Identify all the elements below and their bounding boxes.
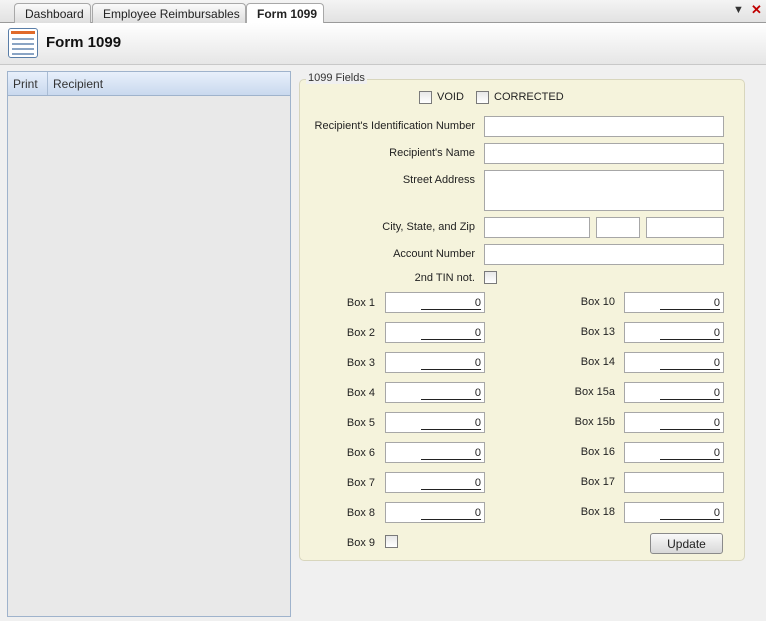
box-14-label: Box 14 [580,356,615,368]
box-9-checkbox[interactable] [385,535,398,548]
box-8-label: Box 8 [346,507,375,519]
box-16-label: Box 16 [580,446,615,458]
box-17-input[interactable] [624,472,724,493]
box-4-label: Box 4 [346,387,375,399]
column-header-print[interactable]: Print [8,72,48,95]
recipient-name-input[interactable] [484,143,724,164]
street-address-input[interactable] [484,170,724,211]
box-2-input[interactable]: 0 [385,322,485,343]
box-10-label: Box 10 [580,296,615,308]
box-15b-input[interactable]: 0 [624,412,724,433]
recipient-name-label: Recipient's Name [389,147,475,159]
account-number-input[interactable] [484,244,724,265]
box-1-input[interactable]: 0 [385,292,485,313]
tab-dashboard[interactable]: Dashboard [14,3,91,23]
box-1-label: Box 1 [346,297,375,309]
box-3-input[interactable]: 0 [385,352,485,373]
corrected-label: CORRECTED [494,91,564,103]
box-2-value: 0 [420,327,481,340]
box-3-label: Box 3 [346,357,375,369]
state-input[interactable] [596,217,640,238]
chevron-down-icon[interactable]: ▼ [733,4,744,16]
tab-employee-reimbursables[interactable]: Employee Reimbursables [92,3,246,23]
fields-legend: 1099 Fields [306,72,367,84]
recipient-id-label: Recipient's Identification Number [314,120,475,132]
update-button[interactable]: Update [650,533,723,554]
box-18-value: 0 [659,507,720,520]
box-17-label: Box 17 [580,476,615,488]
box-10-value: 0 [659,297,720,310]
form-icon [8,28,38,58]
box-14-input[interactable]: 0 [624,352,724,373]
recipient-list[interactable]: Print Recipient [7,71,291,617]
box-5-label: Box 5 [346,417,375,429]
box-4-value: 0 [420,387,481,400]
box-3-value: 0 [420,357,481,370]
box-10-input[interactable]: 0 [624,292,724,313]
box-5-input[interactable]: 0 [385,412,485,433]
box-15a-value: 0 [659,387,720,400]
list-header: Print Recipient [8,72,290,96]
box-7-value: 0 [420,477,481,490]
box-15a-label: Box 15a [574,386,615,398]
box-7-input[interactable]: 0 [385,472,485,493]
box-14-value: 0 [659,357,720,370]
box-16-value: 0 [659,447,720,460]
box-8-value: 0 [420,507,481,520]
box-13-value: 0 [659,327,720,340]
tab-strip: Dashboard Employee Reimbursables Form 10… [0,0,766,24]
page-title: Form 1099 [46,34,122,51]
box-6-value: 0 [420,447,481,460]
column-header-recipient[interactable]: Recipient [48,72,290,95]
second-tin-checkbox[interactable] [484,271,497,284]
box-13-label: Box 13 [580,326,615,338]
close-icon[interactable]: ✕ [751,2,762,18]
box-1-value: 0 [420,297,481,310]
box-18-input[interactable]: 0 [624,502,724,523]
box-13-input[interactable]: 0 [624,322,724,343]
city-input[interactable] [484,217,590,238]
box-6-label: Box 6 [346,447,375,459]
second-tin-label: 2nd TIN not. [414,272,475,284]
zip-input[interactable] [646,217,724,238]
box-9-label: Box 9 [346,537,375,549]
void-checkbox[interactable] [419,91,432,104]
box-7-label: Box 7 [346,477,375,489]
recipient-id-input[interactable] [484,116,724,137]
box-15b-label: Box 15b [574,416,615,428]
tab-form-1099[interactable]: Form 1099 [246,3,324,24]
box-16-input[interactable]: 0 [624,442,724,463]
box-4-input[interactable]: 0 [385,382,485,403]
corrected-checkbox[interactable] [476,91,489,104]
box-15a-input[interactable]: 0 [624,382,724,403]
box-18-label: Box 18 [580,506,615,518]
box-8-input[interactable]: 0 [385,502,485,523]
street-address-label: Street Address [402,174,475,186]
city-state-zip-label: City, State, and Zip [382,221,475,233]
page-header: Form 1099 [0,23,766,65]
box-5-value: 0 [420,417,481,430]
box-2-label: Box 2 [346,327,375,339]
box-15b-value: 0 [659,417,720,430]
void-label: VOID [437,91,464,103]
box-6-input[interactable]: 0 [385,442,485,463]
account-number-label: Account Number [393,248,475,260]
